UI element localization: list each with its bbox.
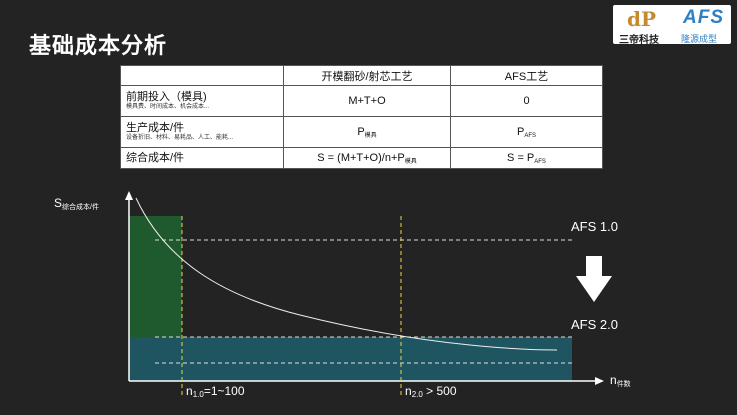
x-axis-arrowhead <box>595 377 604 385</box>
y-axis-arrowhead <box>125 191 133 200</box>
y-axis-label: S综合成本/件 <box>54 196 99 211</box>
down-arrow-icon <box>576 256 612 302</box>
cost-curve-diagram <box>125 191 612 395</box>
teal-region <box>129 337 572 381</box>
afs-2-0-label: AFS 2.0 <box>571 317 618 332</box>
x-axis-label: n件数 <box>610 373 631 388</box>
afs-1-0-label: AFS 1.0 <box>571 219 618 234</box>
n2-threshold-label: n2.0 > 500 <box>405 384 457 399</box>
cost-curve <box>135 197 558 351</box>
n1-threshold-label: n1.0=1~100 <box>186 384 245 399</box>
